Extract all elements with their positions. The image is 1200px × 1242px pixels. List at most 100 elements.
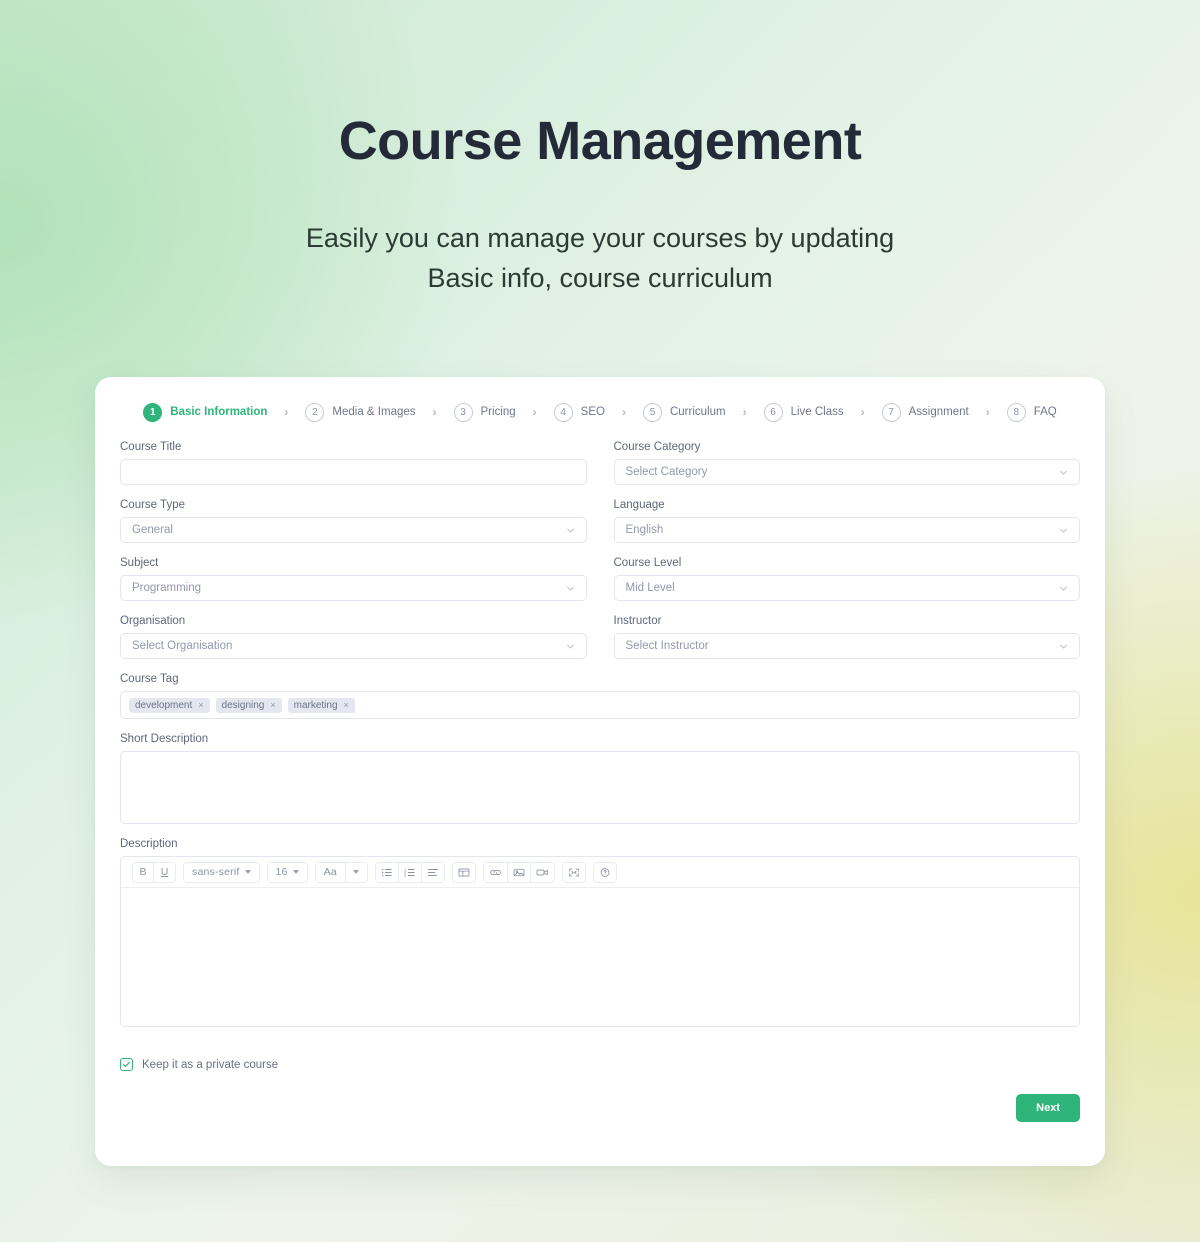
course-level-value: Mid Level <box>625 582 675 594</box>
step-separator-icon: › <box>284 405 289 419</box>
step-assignment[interactable]: 7 Assignment <box>881 402 969 422</box>
bold-button[interactable]: B <box>133 862 154 882</box>
language-label: Language <box>613 499 665 511</box>
chevron-down-icon <box>244 870 251 874</box>
field-course-title: Course Title <box>120 441 587 485</box>
toolbar-group-insert <box>482 861 555 883</box>
course-form-card: 1 Basic Information › 2 Media & Images ›… <box>95 377 1105 1166</box>
chevron-down-icon <box>353 870 360 874</box>
instructor-select[interactable]: Select Instructor <box>613 633 1080 659</box>
underline-button[interactable]: U <box>154 862 175 882</box>
hero-header: Course Management Easily you can manage … <box>0 0 1200 298</box>
course-level-select[interactable]: Mid Level <box>613 575 1080 601</box>
tag-label: development <box>135 699 193 711</box>
toolbar-group-help <box>592 861 617 883</box>
short-description-textarea[interactable] <box>120 751 1080 824</box>
field-course-level: Course Level Mid Level <box>613 557 1080 601</box>
tag-chip[interactable]: designing × <box>215 697 282 713</box>
text-style-dropdown[interactable] <box>345 862 367 882</box>
description-editor-body[interactable] <box>121 888 1079 1026</box>
private-course-checkbox-row[interactable]: Keep it as a private course <box>120 1058 1080 1071</box>
field-course-type: Course Type General <box>120 499 587 543</box>
chevron-down-icon <box>1059 584 1068 593</box>
svg-text:3: 3 <box>404 873 406 877</box>
course-tag-input[interactable]: development × designing × marketing × <box>120 691 1080 719</box>
step-number: 1 <box>143 402 163 422</box>
tag-chip[interactable]: marketing × <box>287 697 355 713</box>
step-seo[interactable]: 4 SEO <box>553 402 605 422</box>
instructor-value: Select Instructor <box>625 640 709 652</box>
step-label: SEO <box>580 406 605 418</box>
table-icon[interactable] <box>452 862 475 882</box>
tag-remove-icon[interactable]: × <box>344 700 349 710</box>
short-description-label: Short Description <box>120 733 209 745</box>
private-course-label: Keep it as a private course <box>142 1058 279 1071</box>
chevron-down-icon <box>566 526 575 535</box>
instructor-label: Instructor <box>613 615 662 627</box>
field-course-category: Course Category Select Category <box>613 441 1080 485</box>
tag-remove-icon[interactable]: × <box>198 700 203 710</box>
step-live-class[interactable]: 6 Live Class <box>763 402 844 422</box>
help-icon[interactable] <box>593 862 616 882</box>
course-category-select[interactable]: Select Category <box>613 459 1080 485</box>
organisation-select[interactable]: Select Organisation <box>120 633 587 659</box>
step-label: Curriculum <box>669 406 726 418</box>
step-faq[interactable]: 8 FAQ <box>1006 402 1057 422</box>
bullet-list-icon[interactable] <box>375 862 399 882</box>
tag-label: marketing <box>293 699 338 711</box>
description-rich-text-editor: B U sans-serif 16 Aa 1 2 3 <box>120 856 1080 1027</box>
step-number: 6 <box>763 402 783 422</box>
toolbar-group-font-family: sans-serif <box>183 861 260 883</box>
step-media-images[interactable]: 2 Media & Images <box>305 402 416 422</box>
field-short-description: Short Description <box>120 733 1080 824</box>
video-icon[interactable] <box>530 862 554 882</box>
course-type-select[interactable]: General <box>120 517 587 543</box>
step-separator-icon: › <box>742 405 747 419</box>
step-number: 8 <box>1006 402 1026 422</box>
step-label: Pricing <box>480 406 516 418</box>
step-curriculum[interactable]: 5 Curriculum <box>642 402 726 422</box>
tag-label: designing <box>221 699 265 711</box>
subject-label: Subject <box>120 557 159 569</box>
basic-information-form: Course Title Course Category Select Cate… <box>120 435 1080 1041</box>
step-separator-icon: › <box>860 405 865 419</box>
image-icon[interactable] <box>507 862 531 882</box>
step-basic-information[interactable]: 1 Basic Information <box>143 402 268 422</box>
language-select[interactable]: English <box>613 517 1080 543</box>
course-category-label: Course Category <box>613 441 701 453</box>
step-label: Media & Images <box>332 406 416 418</box>
description-label: Description <box>120 838 178 850</box>
course-type-label: Course Type <box>120 499 185 511</box>
editor-toolbar: B U sans-serif 16 Aa 1 2 3 <box>121 857 1079 888</box>
field-description: Description B U sans-serif 16 Aa 1 2 3 <box>120 838 1080 1027</box>
numbered-list-icon[interactable]: 1 2 3 <box>398 862 422 882</box>
subject-select[interactable]: Programming <box>120 575 587 601</box>
tag-chip[interactable]: development × <box>129 697 210 713</box>
step-label: FAQ <box>1033 406 1057 418</box>
toolbar-group-table <box>451 861 476 883</box>
page-subtitle-line-2: Basic info, course curriculum <box>427 262 773 293</box>
page-subtitle: Easily you can manage your courses by up… <box>0 219 1200 297</box>
step-separator-icon: › <box>532 405 537 419</box>
field-language: Language English <box>613 499 1080 543</box>
next-button[interactable]: Next <box>1016 1094 1080 1122</box>
course-title-input[interactable] <box>120 459 587 485</box>
organisation-value: Select Organisation <box>132 640 233 652</box>
step-number: 3 <box>453 402 473 422</box>
course-steps-nav: 1 Basic Information › 2 Media & Images ›… <box>120 377 1080 435</box>
font-family-select[interactable]: sans-serif <box>184 862 259 882</box>
course-type-value: General <box>132 524 173 536</box>
step-pricing[interactable]: 3 Pricing <box>453 402 516 422</box>
font-size-select[interactable]: 16 <box>267 862 307 882</box>
fullscreen-icon[interactable] <box>562 862 585 882</box>
field-instructor: Instructor Select Instructor <box>613 615 1080 659</box>
private-course-checkbox[interactable] <box>120 1058 133 1071</box>
chevron-down-icon <box>292 870 299 874</box>
text-style-button[interactable]: Aa <box>315 862 346 882</box>
step-label: Basic Information <box>170 406 268 418</box>
language-value: English <box>625 524 664 536</box>
align-left-icon[interactable] <box>421 862 444 882</box>
tag-remove-icon[interactable]: × <box>270 700 275 710</box>
check-icon <box>122 1061 131 1068</box>
link-icon[interactable] <box>483 862 508 882</box>
